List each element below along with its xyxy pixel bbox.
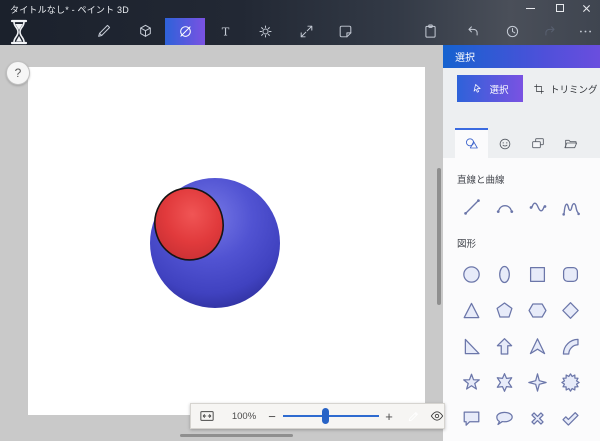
section-label-shapes: 図形: [457, 236, 600, 250]
zoom-in-button[interactable]: +: [381, 406, 397, 426]
canvas-area[interactable]: ? 100% − +: [0, 45, 443, 441]
minimize-icon: [526, 8, 535, 9]
toolbar-3d-shapes-button[interactable]: [128, 18, 162, 45]
panel-tabs: [455, 128, 587, 158]
view-3d-button[interactable]: [427, 404, 446, 428]
side-panel: 選択 選択 トリミング 直線と曲線 図形: [443, 45, 600, 441]
zoom-level: 100%: [225, 411, 263, 422]
toolbar-brush-button[interactable]: [86, 18, 120, 45]
zoom-slider-thumb[interactable]: [322, 408, 329, 424]
shape-speech-bubble[interactable]: [455, 400, 488, 436]
shape-check[interactable]: [554, 400, 587, 436]
shape-triangle[interactable]: [455, 292, 488, 328]
toolbar-effects-button[interactable]: [248, 18, 282, 45]
shape-pentagon[interactable]: [488, 292, 521, 328]
shape-star-6[interactable]: [488, 364, 521, 400]
shape-arrow-up[interactable]: [488, 328, 521, 364]
shape-oval[interactable]: [488, 256, 521, 292]
shape-burst[interactable]: [554, 364, 587, 400]
top-bar: タイトルなし* - ペイント 3D T: [0, 0, 600, 45]
crop-tool-button[interactable]: トリミング: [533, 75, 598, 102]
shape-diamond[interactable]: [554, 292, 587, 328]
help-label: ?: [15, 66, 22, 80]
draw-mode-button[interactable]: [400, 404, 427, 428]
horizontal-scrollbar[interactable]: [180, 434, 293, 437]
toolbar-text-button[interactable]: T: [208, 18, 242, 45]
toolbar-2d-shapes-button[interactable]: [165, 18, 205, 45]
zoom-slider[interactable]: [283, 406, 379, 426]
svg-text:T: T: [221, 24, 229, 38]
panel-shapes-tab[interactable]: [455, 128, 488, 158]
select-tool-label: 選択: [489, 82, 508, 96]
main-area: ? 100% − +: [0, 45, 600, 441]
wave-tool[interactable]: [521, 192, 554, 222]
shape-bolt[interactable]: [521, 436, 554, 441]
section-label-lines: 直線と曲線: [457, 172, 600, 186]
pencil-icon: [406, 409, 421, 424]
shape-banner[interactable]: [488, 436, 521, 441]
fit-screen-icon: [198, 407, 216, 425]
shape-heart[interactable]: [554, 436, 587, 441]
toolbar-more-button[interactable]: [568, 18, 600, 45]
minimize-button[interactable]: [515, 0, 545, 16]
cursor-arrow-icon: [471, 82, 484, 95]
shape-lightning[interactable]: [455, 436, 488, 441]
zoom-slider-track: [283, 415, 379, 417]
line-tool[interactable]: [455, 192, 488, 222]
shape-right-triangle[interactable]: [455, 328, 488, 364]
paint3d-window: タイトルなし* - ペイント 3D T: [0, 0, 600, 441]
eye-icon: [429, 408, 445, 424]
toolbar-history-button[interactable]: [495, 18, 529, 45]
shape-rounded-square[interactable]: [554, 256, 587, 292]
crop-tool-label: トリミング: [550, 82, 598, 96]
shapes-grid: [455, 256, 589, 441]
panel-content: 直線と曲線 図形: [443, 158, 600, 441]
zoom-out-button[interactable]: −: [263, 406, 281, 426]
crop-icon: [533, 83, 545, 95]
arc-tool[interactable]: [488, 192, 521, 222]
toolbar-undo-button[interactable]: [455, 18, 489, 45]
drawing-canvas[interactable]: [28, 67, 425, 415]
shape-square[interactable]: [521, 256, 554, 292]
shape-star-4[interactable]: [521, 364, 554, 400]
busy-hourglass-cursor: [8, 19, 30, 44]
shape-star-5[interactable]: [455, 364, 488, 400]
fit-to-view-button[interactable]: [196, 406, 218, 426]
panel-header: 選択: [443, 45, 600, 68]
maximize-icon: [556, 4, 564, 12]
shape-cross[interactable]: [521, 400, 554, 436]
close-icon: [582, 4, 591, 13]
panel-stickers-tab[interactable]: [488, 128, 521, 158]
vertical-scrollbar[interactable]: [437, 168, 441, 305]
zoom-toolbar: 100% − +: [190, 403, 445, 429]
toolbar-paste-button[interactable]: [413, 18, 447, 45]
shape-curve[interactable]: [554, 328, 587, 364]
toolbar-canvas-button[interactable]: [289, 18, 323, 45]
select-tool-button[interactable]: 選択: [457, 75, 523, 102]
shape-hexagon[interactable]: [521, 292, 554, 328]
close-button[interactable]: [571, 0, 600, 16]
window-title: タイトルなし* - ペイント 3D: [10, 3, 129, 16]
toolbar-stickers-button[interactable]: [328, 18, 362, 45]
panel-open-folder-tab[interactable]: [554, 128, 587, 158]
double-wave-tool[interactable]: [554, 192, 587, 222]
lines-curves-row: [455, 192, 600, 222]
shape-arrowhead[interactable]: [521, 328, 554, 364]
panel-title: 選択: [455, 49, 475, 64]
toolbar-redo-button[interactable]: [533, 18, 567, 45]
shape-cloud-bubble[interactable]: [488, 400, 521, 436]
shape-circle[interactable]: [455, 256, 488, 292]
help-button[interactable]: ?: [6, 61, 30, 85]
panel-textures-tab[interactable]: [521, 128, 554, 158]
scene-3d: [28, 67, 425, 415]
